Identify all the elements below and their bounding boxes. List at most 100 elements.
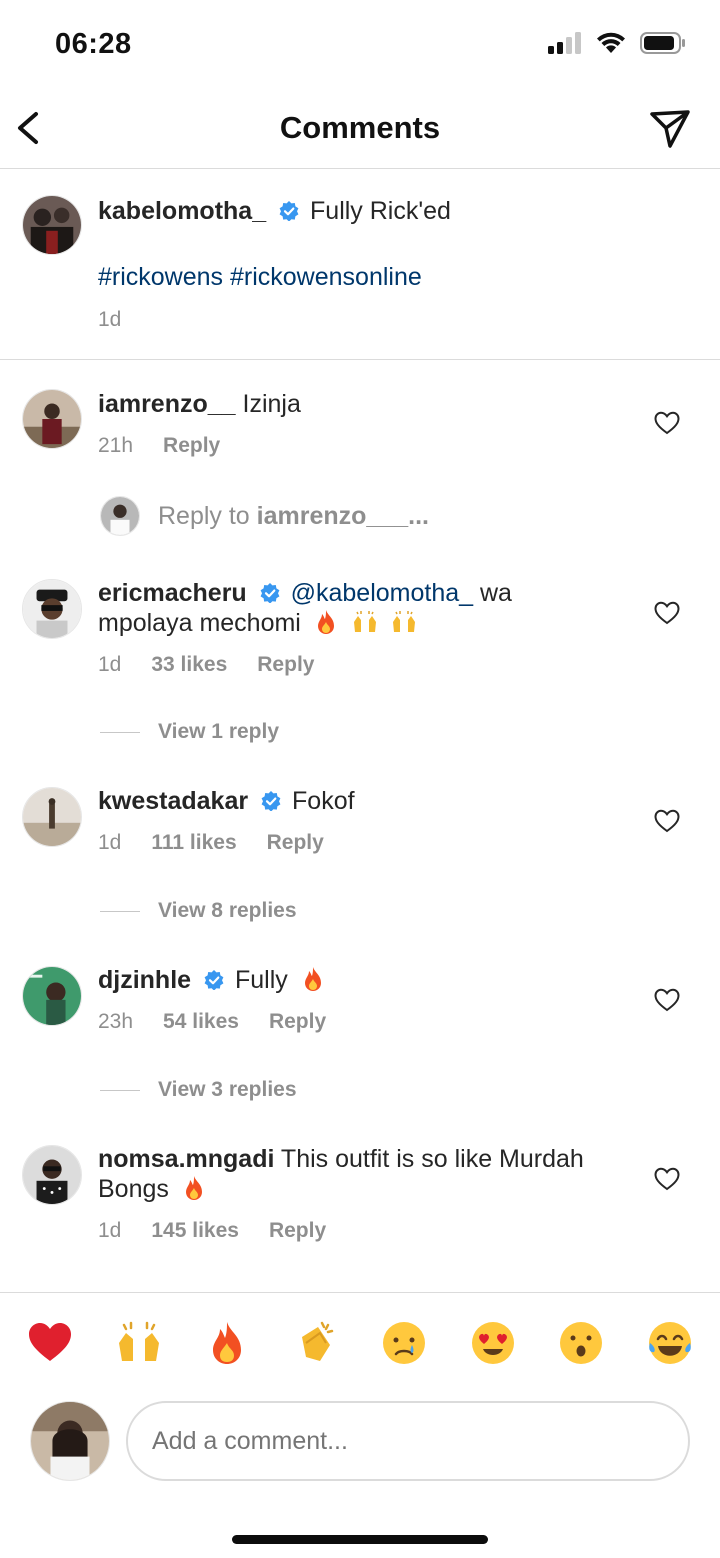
username[interactable]: ericmacheru (98, 579, 247, 607)
comment-text-line-2: mpolaya mechomi (98, 608, 418, 638)
caption-text-line: kabelomotha_ Fully Rick'ed (98, 196, 451, 226)
raised-hands-emoji-icon (392, 611, 415, 632)
avatar[interactable] (22, 579, 82, 639)
fire-emoji-icon (304, 967, 321, 991)
verified-badge-icon (261, 791, 281, 811)
timestamp: 1d (98, 308, 122, 331)
view-replies-button[interactable]: View 3 replies (100, 1078, 297, 1102)
comment-meta: 1d 33 likes Reply (98, 653, 314, 677)
reply-to-label: Reply to (158, 501, 250, 530)
reply-button[interactable]: Reply (269, 1010, 326, 1034)
reply-button[interactable]: Reply (163, 434, 220, 458)
likes-count[interactable]: 54 likes (163, 1010, 239, 1034)
reply-to-row[interactable]: Reply to iamrenzo___... (100, 496, 429, 536)
comment-item: djzinhle Fully 23h 54 likes Reply View 3… (0, 939, 720, 1119)
username[interactable]: iamrenzo__ (98, 390, 236, 418)
comment-text: wa (480, 579, 512, 607)
hashtags[interactable]: #rickowens #rickowensonline (98, 262, 422, 292)
timestamp: 1d (98, 831, 122, 854)
home-indicator (232, 1535, 488, 1544)
fire-emoji-icon[interactable] (203, 1319, 251, 1367)
reply-button[interactable]: Reply (269, 1219, 326, 1243)
likes-count[interactable]: 111 likes (151, 831, 236, 855)
comment-text: Fokof (292, 787, 355, 815)
timestamp: 21h (98, 434, 134, 457)
reply-to-username: iamrenzo___... (256, 501, 429, 530)
divider-line (100, 910, 140, 912)
verified-badge-icon (279, 201, 299, 221)
wifi-icon (597, 32, 625, 53)
page-title: Comments (279, 110, 441, 145)
comment-text: This outfit is so like Murdah (280, 1145, 584, 1173)
comment-item: nomsa.mngadi This outfit is so like Murd… (0, 1118, 720, 1288)
heart-emoji-icon[interactable] (26, 1319, 74, 1367)
likes-count[interactable]: 33 likes (151, 653, 227, 677)
comment-meta: 21h Reply (98, 434, 220, 458)
comment-meta: 23h 54 likes Reply (98, 1010, 326, 1034)
verified-badge-icon (260, 583, 280, 603)
username[interactable]: kabelomotha_ (98, 197, 266, 225)
avatar[interactable] (22, 389, 82, 449)
like-heart-icon[interactable] (654, 411, 680, 435)
post-caption: kabelomotha_ Fully Rick'ed #rickowens #r… (0, 170, 720, 360)
likes-count[interactable]: 145 likes (151, 1219, 239, 1243)
quick-emoji-bar (0, 1319, 720, 1369)
comment-text-line: nomsa.mngadi This outfit is so like Murd… (98, 1144, 584, 1174)
comment-text: Izinja (242, 390, 301, 418)
tears-of-joy-emoji-icon[interactable] (646, 1319, 694, 1367)
heart-eyes-emoji-icon[interactable] (469, 1319, 517, 1367)
current-user-avatar (30, 1401, 110, 1481)
divider-line (100, 1089, 140, 1091)
nav-bar: Comments (0, 90, 720, 169)
status-time: 06:28 (55, 28, 132, 60)
avatar[interactable] (22, 195, 82, 255)
verified-badge-icon (204, 970, 224, 990)
divider-line (100, 731, 140, 733)
avatar[interactable] (22, 966, 82, 1026)
comment-text-line: djzinhle Fully (98, 965, 327, 995)
comment-text-line-2: Bongs (98, 1174, 208, 1204)
view-replies-button[interactable]: View 8 replies (100, 899, 297, 923)
fire-emoji-icon (185, 1176, 202, 1200)
clapping-hands-emoji-icon[interactable] (292, 1319, 340, 1367)
comment-input[interactable] (126, 1401, 690, 1481)
comment-text: Fully (234, 966, 288, 994)
comment-text: mpolaya mechomi (98, 609, 301, 637)
avatar[interactable] (22, 787, 82, 847)
like-heart-icon[interactable] (654, 809, 680, 833)
view-replies-button[interactable]: View 1 reply (100, 720, 279, 744)
avatar[interactable] (22, 1145, 82, 1205)
battery-icon (640, 32, 685, 54)
comment-text-line: kwestadakar Fokof (98, 786, 355, 816)
timestamp: 1d (98, 1219, 122, 1242)
like-heart-icon[interactable] (654, 1167, 680, 1191)
crying-face-emoji-icon[interactable] (380, 1319, 428, 1367)
comment-item: kwestadakar Fokof 1d 111 likes Reply Vie… (0, 760, 720, 940)
comment-meta: 1d 145 likes Reply (98, 1219, 326, 1243)
like-heart-icon[interactable] (654, 601, 680, 625)
view-replies-label: View 1 reply (158, 720, 280, 743)
mention-link[interactable]: @kabelomotha_ (291, 579, 473, 607)
comment-text: Bongs (98, 1175, 169, 1203)
comment-text-line: ericmacheru @kabelomotha_ wa (98, 578, 512, 608)
username[interactable]: nomsa.mngadi (98, 1145, 274, 1173)
raised-hands-emoji-icon[interactable] (115, 1319, 163, 1367)
reply-button[interactable]: Reply (257, 653, 314, 677)
reply-button[interactable]: Reply (267, 831, 324, 855)
username[interactable]: djzinhle (98, 966, 191, 994)
avatar (100, 496, 140, 536)
fire-emoji-icon (317, 610, 334, 634)
caption-meta: 1d (98, 308, 121, 332)
status-bar: 06:28 (0, 0, 720, 90)
comment-meta: 1d 111 likes Reply (98, 831, 324, 855)
astonished-face-emoji-icon[interactable] (557, 1319, 605, 1367)
like-heart-icon[interactable] (654, 988, 680, 1012)
comment-composer (0, 1292, 720, 1558)
share-icon[interactable] (648, 106, 692, 150)
raised-hands-emoji-icon (353, 611, 376, 632)
timestamp: 23h (98, 1010, 134, 1033)
username[interactable]: kwestadakar (98, 787, 248, 815)
signal-icon (548, 32, 581, 54)
view-replies-label: View 3 replies (158, 1078, 297, 1101)
comment-item: iamrenzo__ Izinja 21h Reply (0, 362, 720, 482)
